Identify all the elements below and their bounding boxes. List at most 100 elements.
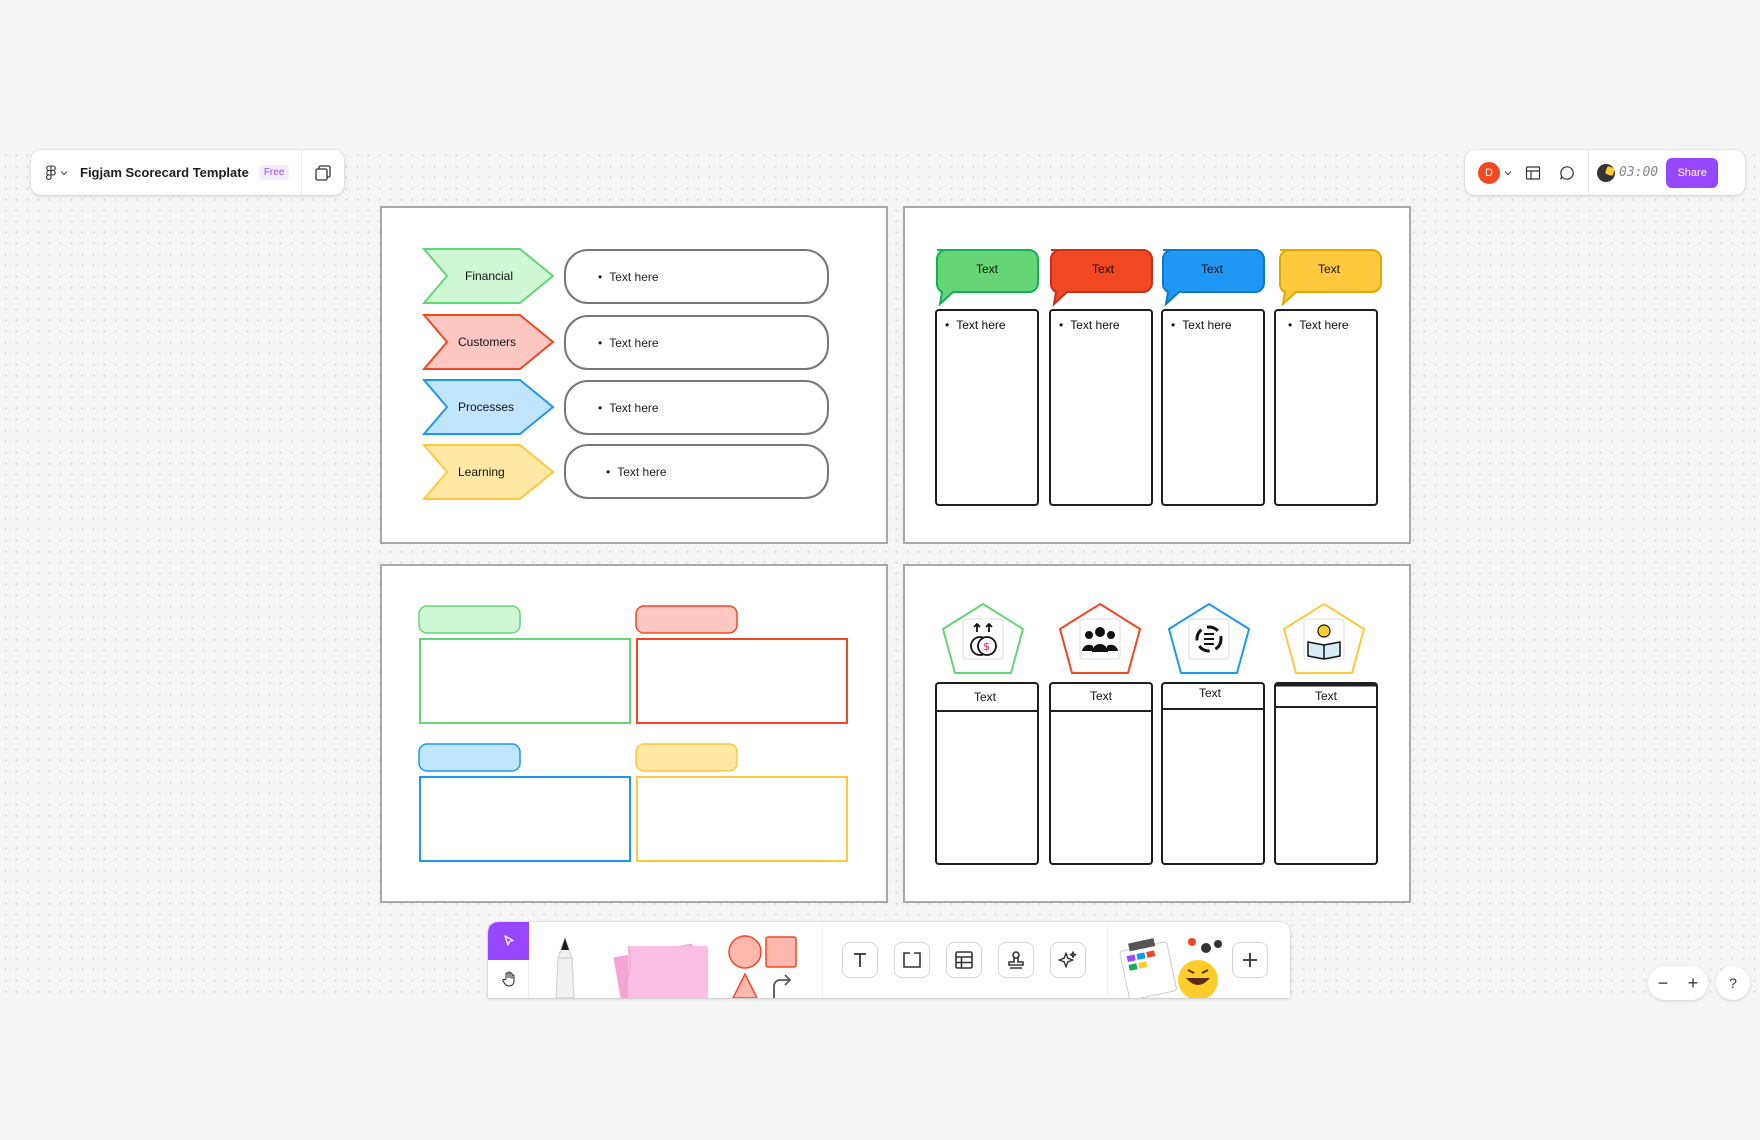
comment-icon xyxy=(1560,165,1574,180)
stamp-icon xyxy=(1008,951,1024,969)
sticky-note-tool[interactable] xyxy=(610,936,710,998)
content-box-yellow[interactable] xyxy=(636,776,848,862)
marker-tool[interactable] xyxy=(540,934,590,998)
zoom-in-button[interactable]: + xyxy=(1681,973,1705,994)
speech-bubble-green[interactable] xyxy=(935,249,1039,307)
column-box[interactable] xyxy=(1274,309,1378,506)
label-pill-green[interactable] xyxy=(418,605,521,634)
text-tool[interactable] xyxy=(842,942,878,978)
speech-bubble-red[interactable] xyxy=(1049,249,1153,307)
content-box-green[interactable] xyxy=(419,638,631,724)
table-tool[interactable] xyxy=(946,942,982,978)
perspective-textbox[interactable]: Text here xyxy=(564,444,829,499)
layout-icon xyxy=(1525,165,1541,180)
perspective-text: Text here xyxy=(606,465,666,479)
templates-tool[interactable] xyxy=(1118,930,1228,998)
perspective-textbox[interactable]: Text here xyxy=(564,249,829,304)
pointer-toggle xyxy=(488,922,529,998)
team-icon xyxy=(1079,618,1121,660)
share-button[interactable]: Share xyxy=(1666,157,1719,188)
process-cycle-icon xyxy=(1188,618,1230,660)
hand-icon xyxy=(501,971,515,987)
column-item: Text here xyxy=(945,318,1005,332)
cursor-icon xyxy=(503,935,514,946)
ai-tool[interactable] xyxy=(1050,942,1086,978)
chevron-down-icon[interactable] xyxy=(1504,170,1512,176)
layout-button[interactable] xyxy=(1520,160,1546,186)
stamp-tool[interactable] xyxy=(998,942,1034,978)
main-menu-button[interactable] xyxy=(31,150,68,195)
select-tool[interactable] xyxy=(488,922,529,960)
perspective-textbox[interactable]: Text here xyxy=(564,315,829,370)
column-header: Text xyxy=(1090,689,1113,703)
speech-bubbles xyxy=(935,249,1382,506)
timer-icon xyxy=(1597,163,1615,182)
column-box[interactable] xyxy=(935,309,1039,506)
section-tool[interactable] xyxy=(894,942,930,978)
bubble-label: Text xyxy=(1092,262,1115,276)
table-icon xyxy=(955,951,973,969)
perspective-label: Customers xyxy=(458,335,517,349)
section-icon xyxy=(903,952,921,968)
file-toolbar: Figjam Scorecard Template Free xyxy=(31,150,344,195)
more-tool[interactable] xyxy=(1232,942,1268,978)
frame-perspectives[interactable]: Financial Customers Processes Learning T… xyxy=(380,206,888,544)
colored-boxes xyxy=(418,605,848,862)
frame-colored-boxes[interactable] xyxy=(380,564,888,903)
column-box[interactable] xyxy=(1049,309,1153,506)
perspective-textbox[interactable]: Text here xyxy=(564,380,829,435)
zoom-controls: − + xyxy=(1648,966,1708,1000)
sparkle-icon xyxy=(1058,951,1077,968)
column-box[interactable] xyxy=(1161,309,1265,506)
plan-badge: Free xyxy=(258,165,290,180)
toolbar-divider xyxy=(1588,150,1589,195)
column-item: Text here xyxy=(1059,318,1119,332)
bubble-label: Text xyxy=(1201,262,1224,276)
figma-logo-icon xyxy=(45,164,56,180)
label-pill-yellow[interactable] xyxy=(635,743,738,772)
learning-book-icon xyxy=(1303,618,1345,660)
collab-toolbar: D 03:00 Share xyxy=(1465,150,1745,195)
comment-button[interactable] xyxy=(1554,160,1580,186)
frame-bubble-columns[interactable]: Text Text Text Text Text here Text here … xyxy=(903,206,1411,544)
shapes-tool[interactable] xyxy=(724,934,814,998)
speech-bubble-yellow[interactable] xyxy=(1278,249,1382,307)
column-box[interactable] xyxy=(1161,682,1265,865)
label-pill-red[interactable] xyxy=(635,605,738,634)
file-title[interactable]: Figjam Scorecard Template xyxy=(80,165,249,180)
perspective-label: Learning xyxy=(458,465,505,479)
content-box-red[interactable] xyxy=(636,638,848,724)
timer-button[interactable]: 03:00 xyxy=(1597,163,1659,182)
column-header: Text xyxy=(1315,689,1338,703)
column-header: Text xyxy=(974,690,997,704)
help-button[interactable]: ? xyxy=(1716,966,1750,1000)
speech-bubble-blue[interactable] xyxy=(1161,249,1265,307)
plus-icon xyxy=(1243,953,1257,967)
marker-icon xyxy=(555,936,575,998)
templates-icon xyxy=(1119,938,1222,998)
column-box[interactable] xyxy=(1274,682,1378,865)
perspective-label: Processes xyxy=(458,400,515,414)
svg-text:$: $ xyxy=(983,640,990,653)
money-growth-icon: $ xyxy=(962,618,1004,660)
pages-button[interactable] xyxy=(302,150,344,195)
icon-columns: $ xyxy=(935,602,1378,865)
content-box-blue[interactable] xyxy=(419,776,631,862)
pages-icon xyxy=(315,164,331,181)
chevron-down-icon xyxy=(60,170,68,175)
hand-tool[interactable] xyxy=(488,960,529,998)
perspective-text: Text here xyxy=(598,336,658,350)
column-item: Text here xyxy=(1171,318,1231,332)
toolbar-divider xyxy=(822,922,823,998)
perspective-text: Text here xyxy=(598,401,658,415)
frame-icon-columns[interactable]: $ Text Text Text Text xyxy=(903,564,1411,903)
perspective-label: Financial xyxy=(465,269,514,283)
timer-value: 03:00 xyxy=(1619,165,1659,180)
perspective-text: Text here xyxy=(598,270,658,284)
shapes-icon xyxy=(728,935,797,998)
zoom-out-button[interactable]: − xyxy=(1651,973,1675,994)
bubble-label: Text xyxy=(976,262,999,276)
canvas-footer xyxy=(0,1000,1760,1140)
label-pill-blue[interactable] xyxy=(418,743,521,772)
user-avatar[interactable]: D xyxy=(1478,161,1500,184)
